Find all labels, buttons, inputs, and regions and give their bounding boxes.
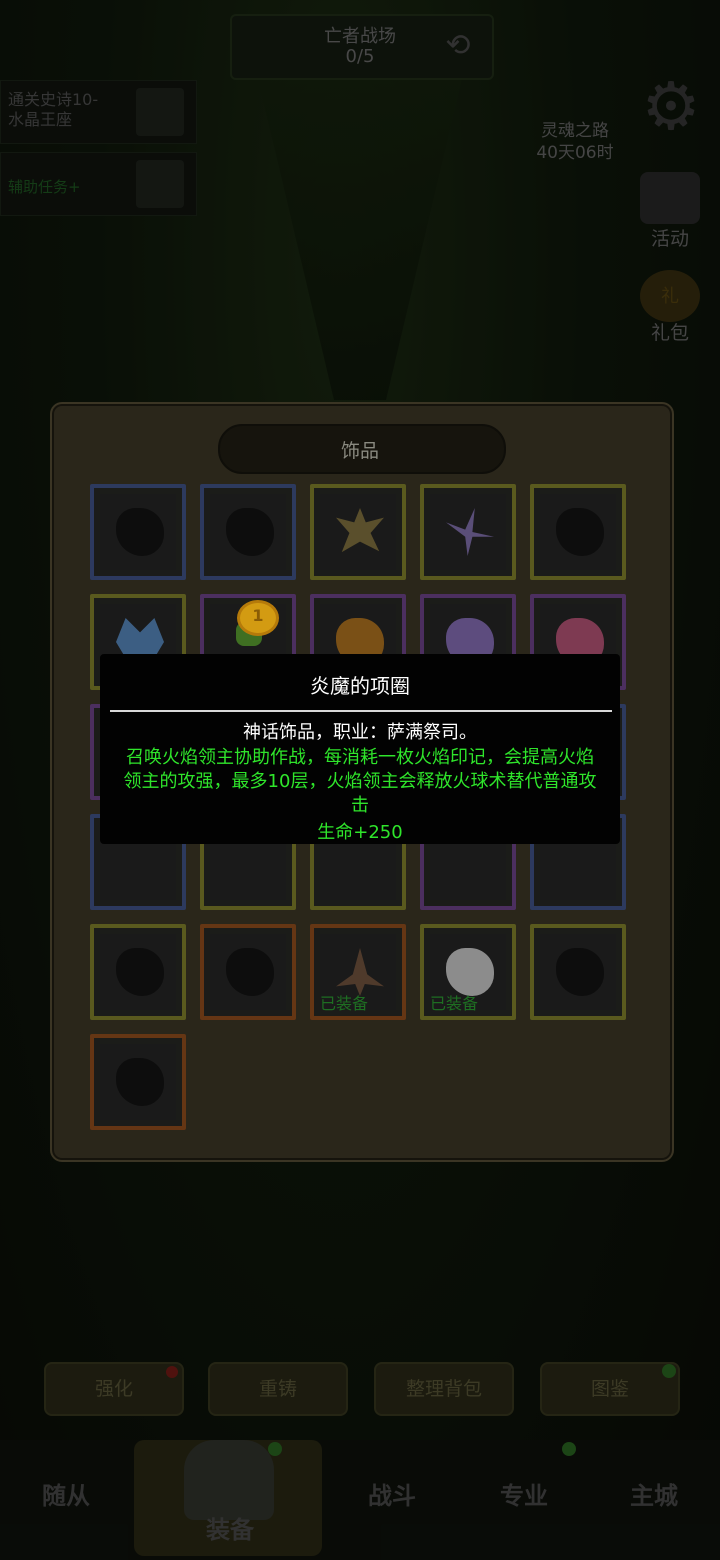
accessory-slot[interactable] <box>90 1034 186 1130</box>
tooltip-item-stat: 生命+250 <box>317 822 403 843</box>
tooltip-item-type: 神话饰品，职业：萨满祭司。 <box>243 722 477 743</box>
coin-icon-text: 1 <box>252 606 264 625</box>
accessory-slot[interactable] <box>310 484 406 580</box>
equipped-label: 已装备 <box>430 994 479 1013</box>
equipped-label: 已装备 <box>320 994 369 1013</box>
accessory-slot-equipped[interactable]: 已装备 <box>420 924 516 1020</box>
accessory-slot[interactable] <box>90 484 186 580</box>
accessory-slot[interactable] <box>200 484 296 580</box>
accessory-slot[interactable] <box>530 924 626 1020</box>
panel-title: 饰品 <box>340 440 379 462</box>
accessory-slot[interactable] <box>200 924 296 1020</box>
accessory-slot[interactable] <box>420 484 516 580</box>
accessory-slot[interactable] <box>90 924 186 1020</box>
tooltip-item-description: 召唤火焰领主协助作战，每消耗一枚火焰印记，会提高火焰领主的攻强，最多10层，火焰… <box>123 747 597 816</box>
tooltip-item-name: 炎魔的项圈 <box>310 674 410 698</box>
accessory-slot[interactable] <box>530 484 626 580</box>
accessory-slot-equipped[interactable]: 已装备 <box>310 924 406 1020</box>
tooltip-divider <box>110 710 612 712</box>
